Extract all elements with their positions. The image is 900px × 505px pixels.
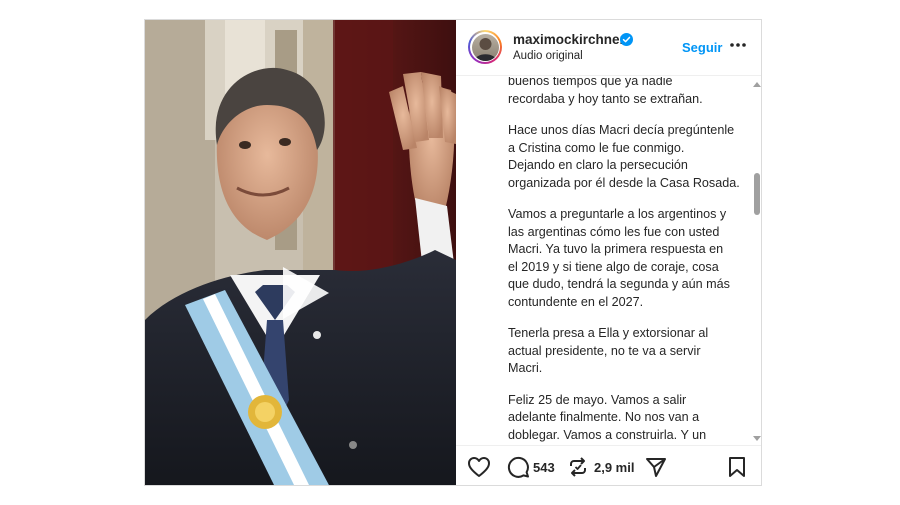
action-bar: 543 2,9 mil	[456, 446, 761, 485]
avatar[interactable]	[468, 30, 502, 64]
repost-icon	[570, 457, 586, 477]
post-caption: buenos tiempos que ya nadie recordaba y …	[456, 77, 761, 446]
save-button[interactable]	[727, 456, 747, 478]
caption-paragraph: Tenerla presa a Ella y extorsionar al ac…	[508, 326, 709, 375]
share-button[interactable]	[645, 456, 667, 478]
avatar-figure	[473, 37, 497, 61]
video-frame-image	[145, 20, 456, 485]
post-side-panel: maximockirchner Audio original Seguir bu…	[456, 20, 761, 485]
repost-button[interactable]	[567, 456, 589, 478]
send-icon	[646, 458, 666, 477]
verified-badge-icon	[620, 33, 633, 46]
play-icon	[283, 267, 329, 319]
scroll-up-arrow-icon[interactable]	[753, 82, 761, 87]
play-button[interactable]	[273, 263, 333, 323]
heart-icon	[468, 457, 490, 477]
scroll-down-arrow-icon[interactable]	[753, 436, 761, 441]
caption-paragraph: buenos tiempos que ya nadie recordaba y …	[508, 77, 703, 106]
username-link[interactable]: maximockirchner	[513, 32, 625, 47]
avatar-ring	[470, 32, 500, 62]
follow-button[interactable]: Seguir	[682, 40, 722, 55]
comment-button[interactable]	[506, 456, 530, 478]
like-button[interactable]	[467, 456, 491, 478]
post-header: maximockirchner Audio original Seguir	[456, 20, 761, 76]
scroll-thumb[interactable]	[754, 173, 760, 215]
instagram-post: maximockirchner Audio original Seguir bu…	[144, 19, 762, 486]
post-video[interactable]	[145, 20, 456, 485]
audio-label[interactable]: Audio original	[513, 50, 583, 62]
bookmark-icon	[729, 457, 745, 477]
comments-count: 543	[533, 460, 555, 475]
more-options-icon[interactable]	[728, 38, 748, 52]
caption-paragraph: Vamos a preguntarle a los argentinos y l…	[508, 207, 730, 309]
caption-text: buenos tiempos que ya nadie recordaba y …	[508, 77, 748, 445]
caption-scrollbar[interactable]	[752, 77, 761, 446]
reposts-count: 2,9 mil	[594, 460, 635, 475]
caption-paragraph: Hace unos días Macri decía pregúntenle a…	[508, 123, 740, 190]
caption-paragraph: Feliz 25 de mayo. Vamos a salir adelante…	[508, 392, 707, 442]
comment-icon	[507, 456, 529, 478]
avatar-image	[471, 33, 499, 61]
